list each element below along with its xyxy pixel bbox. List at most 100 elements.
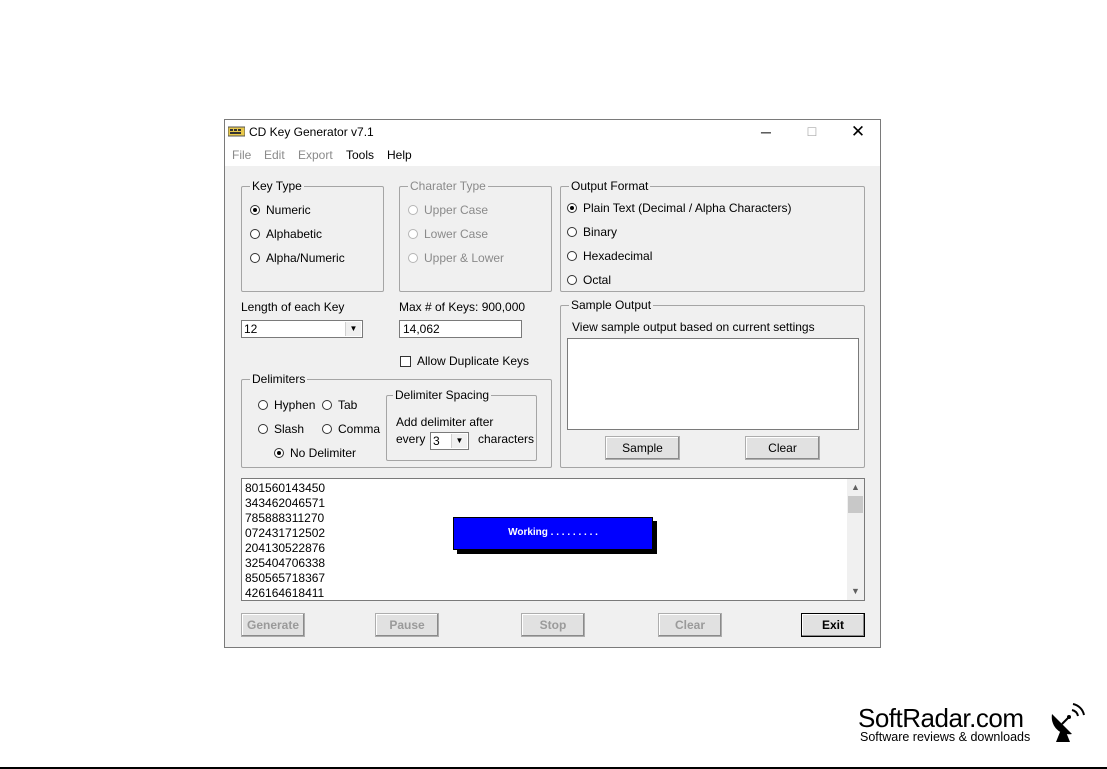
list-item: 343462046571 [245,496,326,510]
list-item: 325404706338 [245,556,326,570]
maximize-button[interactable]: ☐ [789,120,835,144]
radio-label: Alpha/Numeric [266,251,345,265]
radio-dot [322,400,332,410]
key-count-input[interactable]: 14,062 [399,320,522,338]
checkbox-box [400,356,411,367]
every-label: every [396,432,426,446]
allow-duplicates-checkbox[interactable]: Allow Duplicate Keys [400,354,529,368]
length-label: Length of each Key [241,300,345,314]
radio-label: Plain Text (Decimal / Alpha Characters) [583,201,792,215]
key-count-value: 14,062 [403,322,440,336]
minimize-button[interactable]: ─ [743,120,789,144]
radio-label: Comma [338,422,381,436]
radio-label: No Delimiter [290,446,357,460]
menu-tools[interactable]: Tools [346,148,374,162]
chevron-down-icon[interactable]: ▼ [345,322,361,336]
radio-dot [408,205,418,215]
exit-button[interactable]: Exit [801,613,865,637]
sample-output-description: View sample output based on current sett… [572,320,815,334]
radio-alphabetic[interactable]: Alphabetic [250,227,322,241]
length-combo[interactable]: 12 ▼ [241,320,363,338]
spacing-value: 3 [433,434,440,448]
scroll-up-icon[interactable]: ▲ [847,479,864,496]
radio-no-delimiter[interactable]: No Delimiter [274,446,356,460]
working-dialog: Working . . . . . . . . . [453,517,653,550]
radio-label: Alphabetic [266,227,323,241]
menu-help[interactable]: Help [387,148,412,162]
delimiters-legend: Delimiters [250,372,308,386]
radio-dot [567,275,577,285]
scroll-down-icon[interactable]: ▼ [847,583,864,600]
output-format-legend: Output Format [569,179,651,193]
clear-button[interactable]: Clear [658,613,722,637]
menu-file[interactable]: File [232,148,251,162]
key-type-group: Key Type Numeric Alphabetic Alpha/Numeri… [241,179,384,292]
sample-output-area[interactable] [567,338,859,430]
pause-button[interactable]: Pause [375,613,439,637]
sample-button[interactable]: Sample [605,436,680,460]
radio-label: Hyphen [274,398,316,412]
radio-label: Lower Case [424,227,489,241]
menu-export[interactable]: Export [298,148,333,162]
radio-binary[interactable]: Binary [567,225,617,239]
menu-bar: File Edit Export Tools Help [225,144,880,166]
radio-dot [250,253,260,263]
list-item: 801560143450 [245,481,326,495]
length-value: 12 [244,322,258,336]
radio-label: Binary [583,225,618,239]
radio-dot [250,205,260,215]
radio-comma[interactable]: Comma [322,422,380,436]
window-title: CD Key Generator v7.1 [249,125,374,139]
character-type-legend: Charater Type [408,179,488,193]
sample-output-group: Sample Output View sample output based o… [560,298,865,468]
radio-dot [408,253,418,263]
list-item: 850565718367 [245,571,326,585]
satellite-dish-icon [1051,703,1085,742]
list-item: 072431712502 [245,526,326,540]
close-button[interactable]: ✕ [835,120,881,144]
generate-button[interactable]: Generate [241,613,305,637]
radio-tab[interactable]: Tab [322,398,357,412]
vertical-scrollbar[interactable]: ▲ ▼ [847,479,864,600]
menu-edit[interactable]: Edit [264,148,285,162]
radio-hyphen[interactable]: Hyphen [258,398,315,412]
delimiter-spacing-legend: Delimiter Spacing [393,388,492,402]
add-delimiter-label: Add delimiter after [396,415,494,429]
character-type-group: Charater Type Upper Case Lower Case Uppe… [399,179,552,292]
radio-plain-text[interactable]: Plain Text (Decimal / Alpha Characters) [567,201,792,215]
radio-upper-case[interactable]: Upper Case [408,203,488,217]
scroll-thumb[interactable] [848,496,863,513]
radio-numeric[interactable]: Numeric [250,203,311,217]
radio-hexadecimal[interactable]: Hexadecimal [567,249,652,263]
radio-label: Tab [338,398,358,412]
radio-dot [274,448,284,458]
radio-dot [258,424,268,434]
radio-dot [567,227,577,237]
output-format-group: Output Format Plain Text (Decimal / Alph… [560,179,865,292]
radio-lower-case[interactable]: Lower Case [408,227,488,241]
radio-octal[interactable]: Octal [567,273,611,287]
list-item: 785888311270 [245,511,325,525]
delimiter-spacing-group: Delimiter Spacing Add delimiter after ev… [386,388,537,461]
chevron-down-icon[interactable]: ▼ [451,434,467,448]
radio-alphanumeric[interactable]: Alpha/Numeric [250,251,345,265]
radio-dot [408,229,418,239]
radio-label: Numeric [266,203,311,217]
radio-label: Octal [583,273,612,287]
radio-dot [258,400,268,410]
radio-upper-lower[interactable]: Upper & Lower [408,251,504,265]
sample-output-legend: Sample Output [569,298,654,312]
list-item: 426164618411 [245,586,325,600]
stop-button[interactable]: Stop [521,613,585,637]
radio-slash[interactable]: Slash [258,422,304,436]
radio-dot [250,229,260,239]
sample-clear-button[interactable]: Clear [745,436,820,460]
allow-duplicates-label: Allow Duplicate Keys [417,354,530,368]
radio-label: Slash [274,422,305,436]
spacing-combo[interactable]: 3 ▼ [430,432,469,450]
radio-dot [322,424,332,434]
title-bar[interactable]: CD Key Generator v7.1 ─ ☐ ✕ [225,120,880,144]
key-type-legend: Key Type [250,179,304,193]
max-keys-label: Max # of Keys: 900,000 [399,300,526,314]
delimiters-group: Delimiters Hyphen Tab Slash Comma No Del… [241,372,552,468]
